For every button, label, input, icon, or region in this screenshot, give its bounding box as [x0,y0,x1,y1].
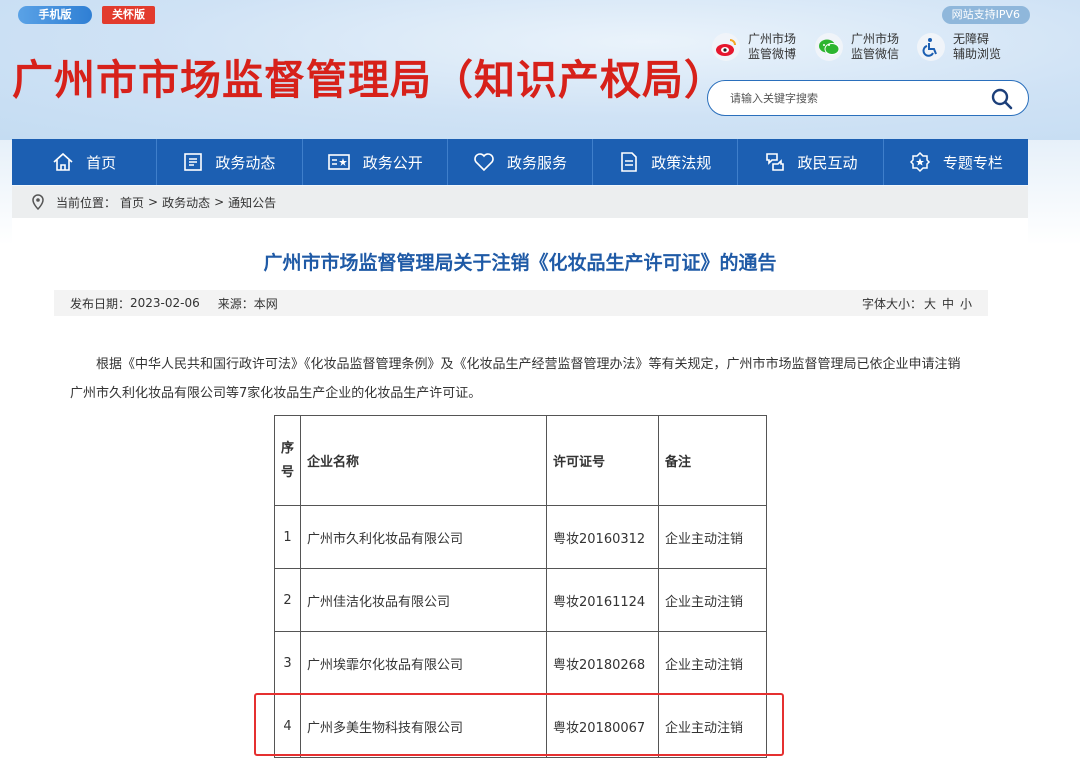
table-header-cell: 序号 [273,415,302,506]
table-row: 2 广州佳洁化妆品有限公司 粤妆20161124 企业主动注销 [273,568,768,632]
source-value: 本网 [253,296,278,311]
news-icon [184,153,203,171]
wechat-link[interactable]: 广州市场 监管微信 [815,32,899,62]
nav-news[interactable]: 政务动态 [157,139,303,185]
nav-policies[interactable]: 政策法规 [593,139,739,185]
table-cell: 企业主动注销 [658,505,768,569]
search-input[interactable] [730,89,970,107]
table-cell: 企业主动注销 [658,631,768,695]
location-pin-icon [32,194,44,210]
table-cell: 粤妆20161124 [546,568,660,632]
accessibility-link[interactable]: 无障碍 辅助浏览 [917,32,1001,62]
nav-label: 政务公开 [362,153,423,172]
table-cell: 粤妆20180067 [546,694,660,758]
table-header-cell: 企业名称 [300,415,548,506]
breadcrumb-current[interactable]: 通知公告 [228,194,276,211]
site-title: 广州市市场监督管理局（知识产权局） [12,56,726,104]
table-cell: 广州多美生物科技有限公司 [300,694,548,758]
nav-label: 政民互动 [797,153,858,172]
nav-label: 专题专栏 [942,153,1003,172]
nav-interaction[interactable]: 政民互动 [738,139,884,185]
breadcrumb-section[interactable]: 政务动态 [162,194,210,211]
breadcrumb: 当前位置： 首页 > 政务动态 > 通知公告 [12,186,1028,218]
search-icon [991,88,1013,110]
source-label: 来源： [217,296,254,311]
article-meta: 发布日期： 2023-02-06 来源： 本网 字体大小： 大 中 小 [54,290,988,316]
nav-home[interactable]: 首页 [12,139,158,185]
access-line1: 无障碍 [953,32,990,46]
font-small-button[interactable]: 小 [960,295,972,312]
table-cell: 广州市久利化妆品有限公司 [300,505,548,569]
weibo-link[interactable]: 广州市场 监管微博 [712,32,796,62]
breadcrumb-separator: > [214,195,225,209]
breadcrumb-separator: > [148,195,159,209]
table-header-cell: 备注 [658,415,768,506]
table-cell: 3 [273,631,302,695]
font-size-label: 字体大小： [861,296,922,311]
nav-label: 首页 [86,153,117,172]
nav-special-topics[interactable]: 专题专栏 [884,139,1028,185]
nav-label: 政务服务 [506,153,567,172]
breadcrumb-home[interactable]: 首页 [120,194,144,211]
table-header-row: 序号 企业名称 许可证号 备注 [273,415,768,506]
nav-services[interactable]: 政务服务 [448,139,594,185]
nav-label: 政务动态 [215,153,276,172]
table-row: 4 广州多美生物科技有限公司 粤妆20180067 企业主动注销 [273,694,768,758]
table-cell: 广州佳洁化妆品有限公司 [300,568,548,632]
wechat-line1: 广州市场 [851,32,900,46]
access-line2: 辅助浏览 [953,47,1002,61]
article-card: 广州市市场监督管理局关于注销《化妆品生产许可证》的通告 发布日期： 2023-0… [12,218,1028,765]
license-table: 序号 企业名称 许可证号 备注 1 广州市久利化妆品有限公司 粤妆2016031… [273,415,768,758]
table-cell: 粤妆20160312 [546,505,660,569]
interaction-icon [765,153,784,171]
table-cell: 广州埃霏尔化妆品有限公司 [300,631,548,695]
search-button[interactable] [990,87,1014,111]
table-cell: 1 [273,505,302,569]
table-cell: 2 [273,568,302,632]
mobile-version-link[interactable]: 手机版 [18,6,92,24]
article-title: 广州市市场监督管理局关于注销《化妆品生产许可证》的通告 [263,252,777,274]
ipv6-badge: 网站支持IPV6 [941,6,1030,24]
table-row: 1 广州市久利化妆品有限公司 粤妆20160312 企业主动注销 [273,505,768,569]
badge-icon [909,151,930,173]
table-row: 3 广州埃霏尔化妆品有限公司 粤妆20180268 企业主动注销 [273,631,768,695]
wheelchair-icon [917,33,945,61]
open-gov-icon [327,154,350,170]
search-box [707,80,1029,116]
breadcrumb-label: 当前位置： [56,195,117,210]
care-version-link[interactable]: 关怀版 [102,6,155,24]
font-medium-button[interactable]: 中 [942,295,954,312]
publish-date: 2023-02-06 [130,296,200,310]
table-cell: 4 [273,694,302,758]
table-cell: 粤妆20180268 [546,631,660,695]
home-icon [53,152,73,171]
date-label: 发布日期： [70,296,131,311]
table-header-cell: 许可证号 [546,415,660,506]
site-header: 手机版 关怀版 网站支持IPV6 广州市市场监督管理局（知识产权局） 广州市场监… [0,0,1080,140]
font-large-button[interactable]: 大 [924,295,936,312]
nav-label: 政策法规 [651,153,712,172]
weibo-icon [712,33,740,61]
weibo-line1: 广州市场 [748,32,797,46]
weibo-line2: 监管微博 [748,47,797,61]
wechat-line2: 监管微信 [851,47,900,61]
nav-open-government[interactable]: 政务公开 [303,139,448,185]
heart-icon [474,153,494,172]
wechat-icon [815,33,843,61]
table-cell: 企业主动注销 [658,568,768,632]
table-cell: 企业主动注销 [658,694,768,758]
main-nav: 首页 政务动态 政务公开 政务服务 政策法规 政民互动 专题专栏 [12,139,1028,185]
article-paragraph: 根据《中华人民共和国行政许可法》《化妆品监督管理条例》及《化妆品生产经营监督管理… [70,357,961,401]
document-icon [621,152,638,172]
